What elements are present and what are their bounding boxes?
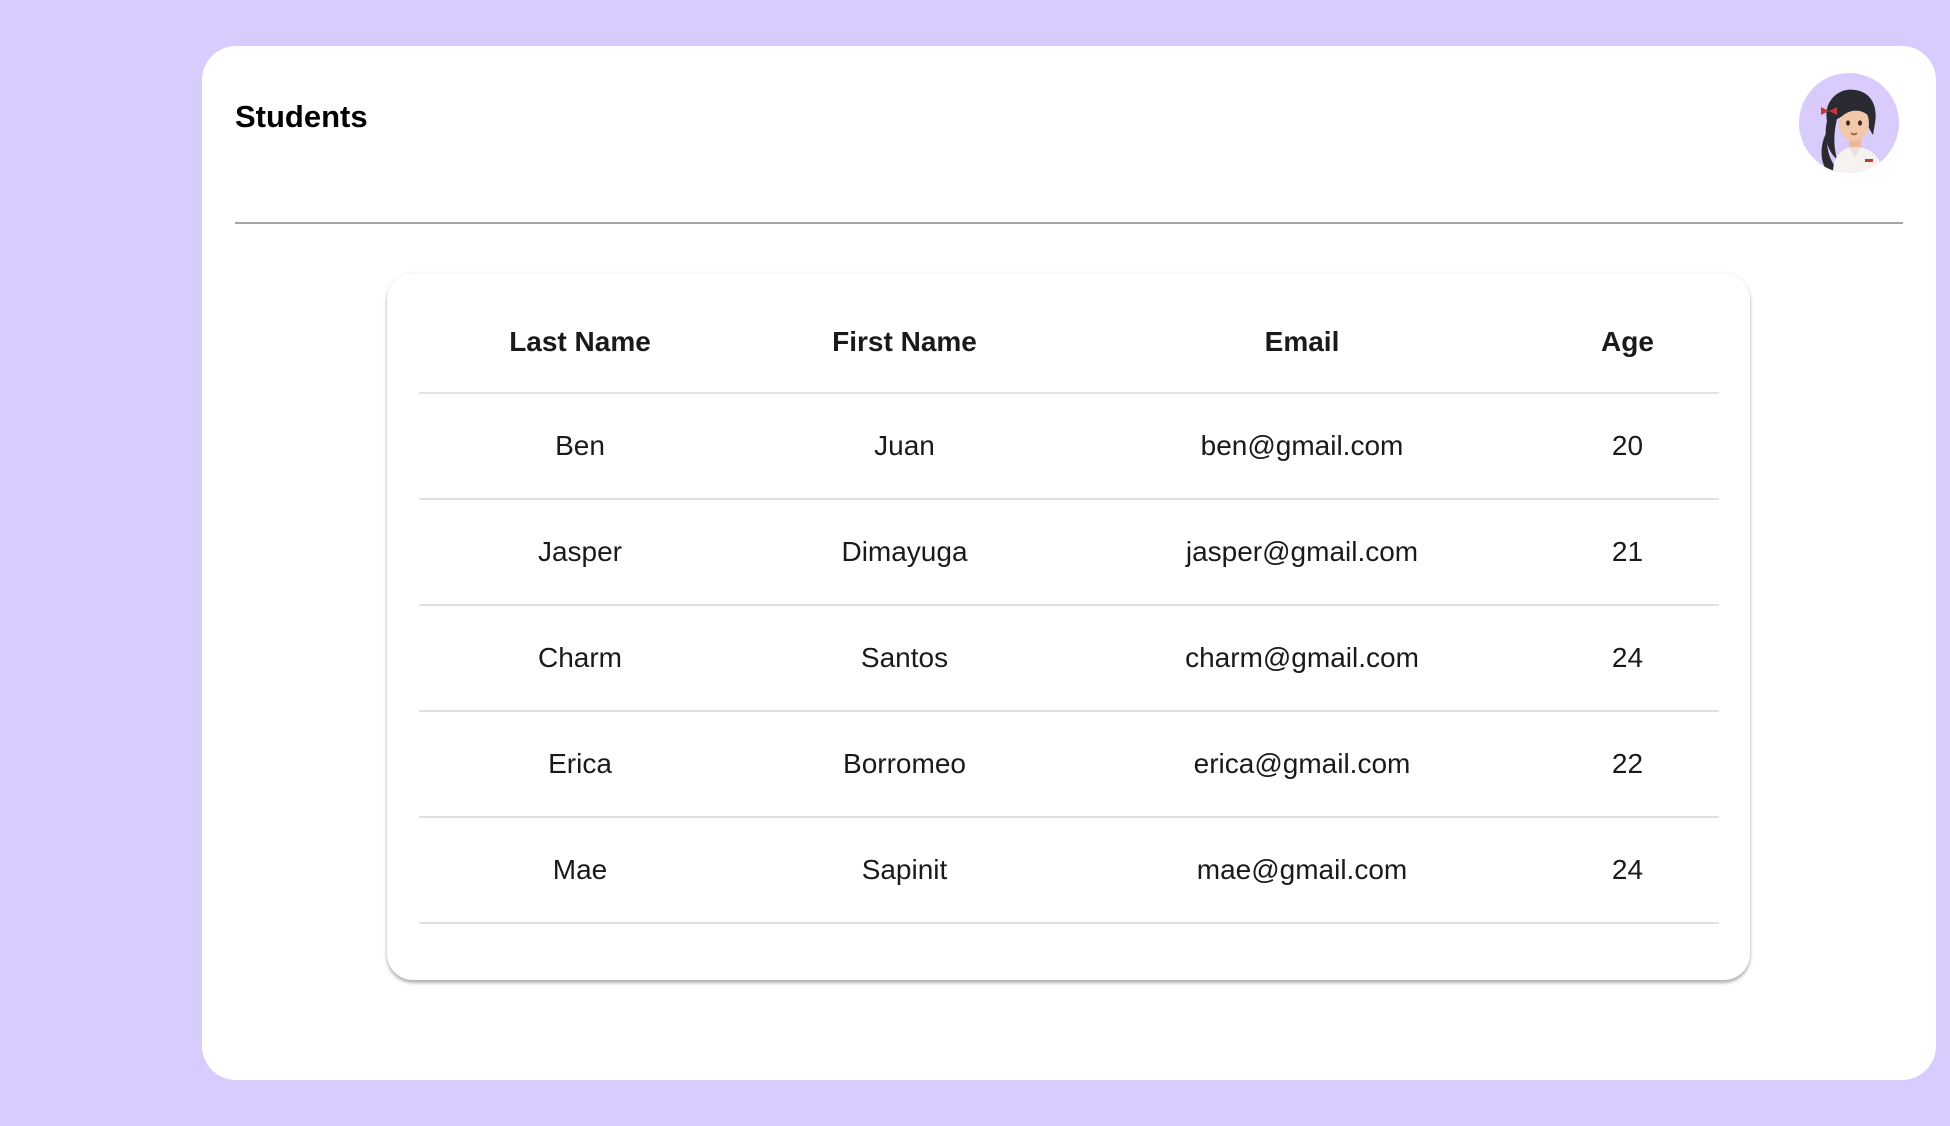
column-header-first-name[interactable]: First Name [741,292,1068,394]
table-row[interactable]: Jasper Dimayuga jasper@gmail.com 21 [419,499,1719,606]
cell-last-name: Erica [419,711,741,818]
cell-last-name: Ben [419,393,741,500]
cell-last-name: Jasper [419,499,741,606]
cell-last-name: Charm [419,605,741,712]
cell-first-name: Dimayuga [741,499,1068,606]
students-table: Last Name First Name Email Age Ben Juan … [419,292,1719,924]
avatar[interactable] [1799,73,1899,173]
table-row[interactable]: Charm Santos charm@gmail.com 24 [419,605,1719,712]
cell-first-name: Borromeo [741,711,1068,818]
cell-email: charm@gmail.com [1068,605,1536,712]
table-row[interactable]: Erica Borromeo erica@gmail.com 22 [419,711,1719,818]
cell-email: ben@gmail.com [1068,393,1536,500]
header-divider [235,222,1903,224]
cell-age: 21 [1536,499,1719,606]
students-table-card: Last Name First Name Email Age Ben Juan … [387,274,1750,980]
table-header-row: Last Name First Name Email Age [419,292,1719,394]
main-panel: Students Last Name First Name Email Age … [202,46,1936,1080]
cell-email: erica@gmail.com [1068,711,1536,818]
cell-first-name: Santos [741,605,1068,712]
cell-last-name: Mae [419,817,741,924]
cell-email: jasper@gmail.com [1068,499,1536,606]
cell-first-name: Juan [741,393,1068,500]
cell-age: 22 [1536,711,1719,818]
column-header-age[interactable]: Age [1536,292,1719,394]
table-row[interactable]: Mae Sapinit mae@gmail.com 24 [419,817,1719,924]
cell-age: 24 [1536,817,1719,924]
cell-age: 24 [1536,605,1719,712]
user-avatar-icon [1821,89,1883,173]
column-header-last-name[interactable]: Last Name [419,292,741,394]
table-row[interactable]: Ben Juan ben@gmail.com 20 [419,393,1719,500]
cell-age: 20 [1536,393,1719,500]
column-header-email[interactable]: Email [1068,292,1536,394]
cell-email: mae@gmail.com [1068,817,1536,924]
page-title: Students [235,99,368,134]
cell-first-name: Sapinit [741,817,1068,924]
